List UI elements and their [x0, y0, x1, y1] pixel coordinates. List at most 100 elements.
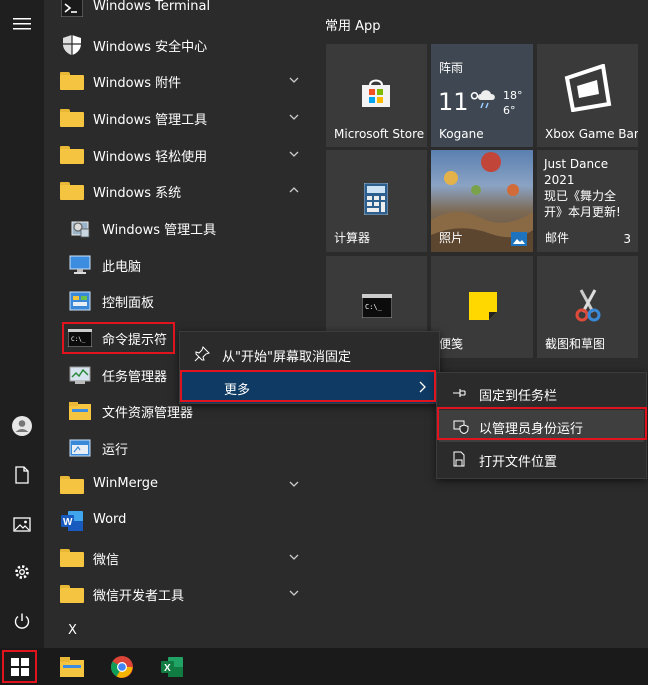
app-item-label: 任务管理器 [102, 370, 168, 385]
app-item-wechat[interactable]: 微信 [44, 540, 309, 576]
svg-text:C:\_: C:\_ [71, 336, 86, 343]
app-item-label: Windows 轻松使用 [93, 150, 208, 165]
store-icon [362, 79, 390, 107]
tile-sticky-notes[interactable]: 便笺 [431, 256, 533, 358]
tile-label: 便笺 [439, 337, 464, 351]
app-item-run[interactable]: 运行 [44, 430, 309, 466]
app-item-windows-admin-tools-folder[interactable]: Windows 管理工具 [44, 100, 309, 136]
chevron-down-icon [289, 77, 299, 83]
computer-icon [68, 253, 92, 277]
app-item-label: Windows 系统 [93, 186, 182, 201]
app-item-label: WinMerge [93, 476, 158, 491]
tile-xbox-game-bar[interactable]: Xbox Game Bar [537, 44, 638, 147]
tile-label: Microsoft Store [334, 127, 425, 141]
menu-item-more[interactable]: 更多 [182, 371, 437, 403]
taskbar-file-explorer[interactable] [52, 648, 92, 685]
mail-preview: Just Dance 2021 现已《舞力全 开》本月更新! [544, 156, 621, 220]
hamburger-menu-button[interactable] [0, 2, 44, 46]
folder-icon [60, 106, 84, 130]
power-icon [14, 613, 30, 629]
folder-icon [60, 143, 84, 167]
tile-group-title: 常用 App [325, 19, 381, 34]
app-item-control-panel[interactable]: 控制面板 [44, 283, 309, 319]
mail-preview-line: 2021 [544, 173, 575, 187]
app-list: Windows Terminal Windows 安全中心 Windows 附件… [44, 0, 309, 648]
user-icon [12, 416, 32, 436]
tile-snip-and-sketch[interactable]: 截图和草图 [537, 256, 638, 358]
task-manager-icon [68, 363, 92, 387]
app-item-label: 文件资源管理器 [102, 406, 194, 421]
settings-button[interactable] [0, 550, 44, 594]
gear-icon [15, 565, 29, 579]
context-menu: 从"开始"屏幕取消固定 更多 [179, 331, 440, 404]
file-explorer-icon [60, 656, 84, 677]
menu-item-pin-to-taskbar[interactable]: 固定到任务栏 [437, 377, 646, 409]
app-item-label: Windows Terminal [93, 0, 211, 14]
menu-item-label: 固定到任务栏 [479, 389, 558, 404]
mail-preview-line: Just Dance [544, 157, 609, 171]
user-account-button[interactable] [0, 404, 44, 448]
app-item-label: Windows 附件 [93, 76, 182, 91]
app-item-this-pc[interactable]: 此电脑 [44, 247, 309, 283]
tiles-area: 常用 App Microsoft Store 阵雨 11° 18° 6° Kog… [309, 0, 648, 648]
start-rail [0, 0, 44, 648]
menu-item-unpin-from-start[interactable]: 从"开始"屏幕取消固定 [180, 338, 439, 370]
pictures-button[interactable] [0, 502, 44, 546]
app-item-windows-ease-of-access[interactable]: Windows 轻松使用 [44, 137, 309, 173]
menu-item-label: 打开文件位置 [479, 455, 558, 470]
tile-label: 照片 [439, 231, 464, 245]
picture-icon [13, 516, 31, 532]
chrome-icon [111, 655, 133, 678]
menu-item-label: 更多 [224, 383, 251, 398]
app-item-label: Word [93, 512, 127, 527]
photos-app-icon [511, 232, 527, 246]
excel-icon: X [161, 656, 183, 677]
svg-text:W: W [63, 517, 73, 528]
tile-calculator[interactable]: 计算器 [326, 150, 427, 252]
hamburger-icon [13, 18, 31, 30]
app-item-winmerge[interactable]: WinMerge [44, 467, 309, 503]
app-group-header-x[interactable]: X [44, 614, 309, 650]
tile-microsoft-store[interactable]: Microsoft Store [326, 44, 427, 147]
group-letter: X [68, 623, 77, 638]
unpin-icon [194, 346, 210, 362]
app-item-windows-accessories[interactable]: Windows 附件 [44, 63, 309, 99]
tile-photos[interactable]: 照片 [431, 150, 533, 252]
folder-icon [60, 546, 84, 570]
windows-logo-icon [11, 657, 29, 676]
mail-unread-count: 3 [623, 232, 631, 246]
tile-label: Xbox Game Bar [545, 127, 638, 141]
svg-text:X: X [164, 663, 171, 674]
power-button[interactable] [0, 599, 44, 643]
app-item-wechat-devtools[interactable]: 微信开发者工具 [44, 576, 309, 612]
run-icon [68, 436, 92, 460]
taskbar-excel[interactable]: X [152, 648, 192, 685]
menu-item-run-as-admin[interactable]: 以管理员身份运行 [439, 410, 644, 442]
app-item-windows-terminal[interactable]: Windows Terminal [44, 0, 309, 26]
tile-label: 截图和草图 [545, 337, 606, 351]
app-item-admin-tools[interactable]: Windows 管理工具 [44, 210, 309, 246]
app-item-word[interactable]: W Word [44, 503, 309, 539]
rain-cloud-icon [478, 90, 495, 109]
app-item-windows-system[interactable]: Windows 系统 [44, 173, 309, 209]
tile-weather[interactable]: 阵雨 11° 18° 6° Kogane [431, 44, 533, 147]
tile-label: 计算器 [334, 231, 371, 245]
cmd-icon: C:\_ [68, 326, 92, 350]
tile-mail[interactable]: Just Dance 2021 现已《舞力全 开》本月更新! 邮件 3 [537, 150, 638, 252]
document-icon [15, 466, 29, 484]
chevron-down-icon [289, 481, 299, 487]
file-explorer-icon [68, 399, 92, 423]
app-item-windows-security[interactable]: Windows 安全中心 [44, 27, 309, 63]
folder-icon [60, 179, 84, 203]
app-item-label: Windows 安全中心 [93, 40, 208, 55]
menu-item-open-file-location[interactable]: 打开文件位置 [437, 443, 646, 475]
taskbar-chrome[interactable] [102, 648, 142, 685]
chevron-right-icon [419, 381, 426, 393]
menu-item-label: 以管理员身份运行 [479, 422, 584, 437]
start-button[interactable] [2, 648, 38, 685]
chevron-down-icon [289, 151, 299, 157]
shield-icon [60, 33, 84, 57]
folder-icon [60, 582, 84, 606]
documents-button[interactable] [0, 453, 44, 497]
calculator-icon [364, 183, 388, 215]
